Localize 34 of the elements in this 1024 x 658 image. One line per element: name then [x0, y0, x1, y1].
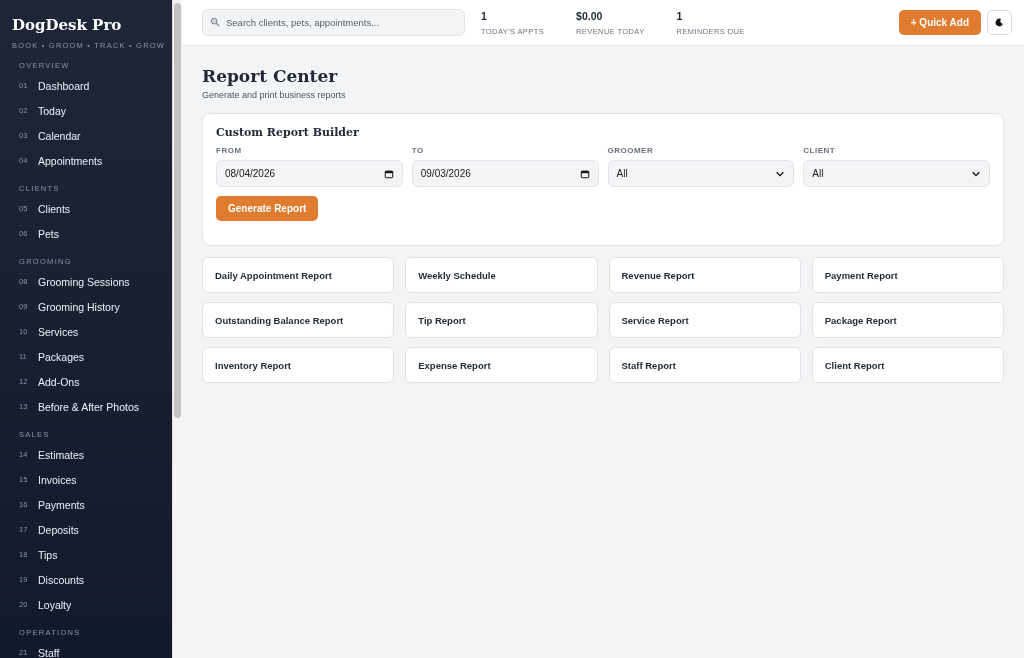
report-card[interactable]: Daily Appointment Report	[202, 257, 395, 293]
report-card[interactable]: Expense Report	[405, 347, 598, 383]
app-logo: DogDesk Pro	[12, 16, 123, 34]
field-label: TO	[411, 146, 425, 155]
report-card[interactable]: Tip Report	[405, 302, 598, 338]
report-card[interactable]: Inventory Report	[202, 347, 395, 383]
calendar-icon	[579, 168, 590, 179]
select-field[interactable]: All	[607, 160, 795, 187]
report-card[interactable]: Weekly Schedule	[405, 257, 598, 293]
report-card[interactable]: Payment Report	[811, 257, 1004, 293]
report-card[interactable]: Revenue Report	[608, 257, 801, 293]
date-field[interactable]: 08/04/2026	[216, 160, 403, 187]
calendar-icon	[383, 168, 394, 179]
field-label: CLIENT	[803, 146, 837, 155]
page-subtitle: Generate and print business reports	[202, 90, 347, 100]
report-card[interactable]: Staff Report	[608, 347, 801, 383]
search-icon	[210, 17, 220, 27]
report-card[interactable]: Outstanding Balance Report	[202, 302, 395, 338]
field-label: FROM	[216, 146, 243, 155]
stat-value: $0.00	[576, 9, 604, 22]
stat-value: 1	[481, 9, 488, 22]
date-field[interactable]: 09/03/2026	[411, 160, 599, 187]
report-card[interactable]: Package Report	[811, 302, 1004, 338]
report-card[interactable]: Client Report	[811, 347, 1004, 383]
stat-value: 1	[676, 9, 684, 22]
card-title: Custom Report Builder	[216, 126, 360, 139]
report-card[interactable]: Service Report	[608, 302, 801, 338]
scrollbar[interactable]	[172, 0, 182, 658]
page-title: Report Center	[202, 66, 339, 86]
field-label: GROOMER	[607, 146, 655, 155]
theme-toggle-button[interactable]	[987, 10, 1012, 35]
moon-icon	[995, 18, 1004, 27]
search-field[interactable]: Search clients, pets, appointments...	[202, 9, 465, 36]
select-field[interactable]: All	[803, 160, 990, 187]
